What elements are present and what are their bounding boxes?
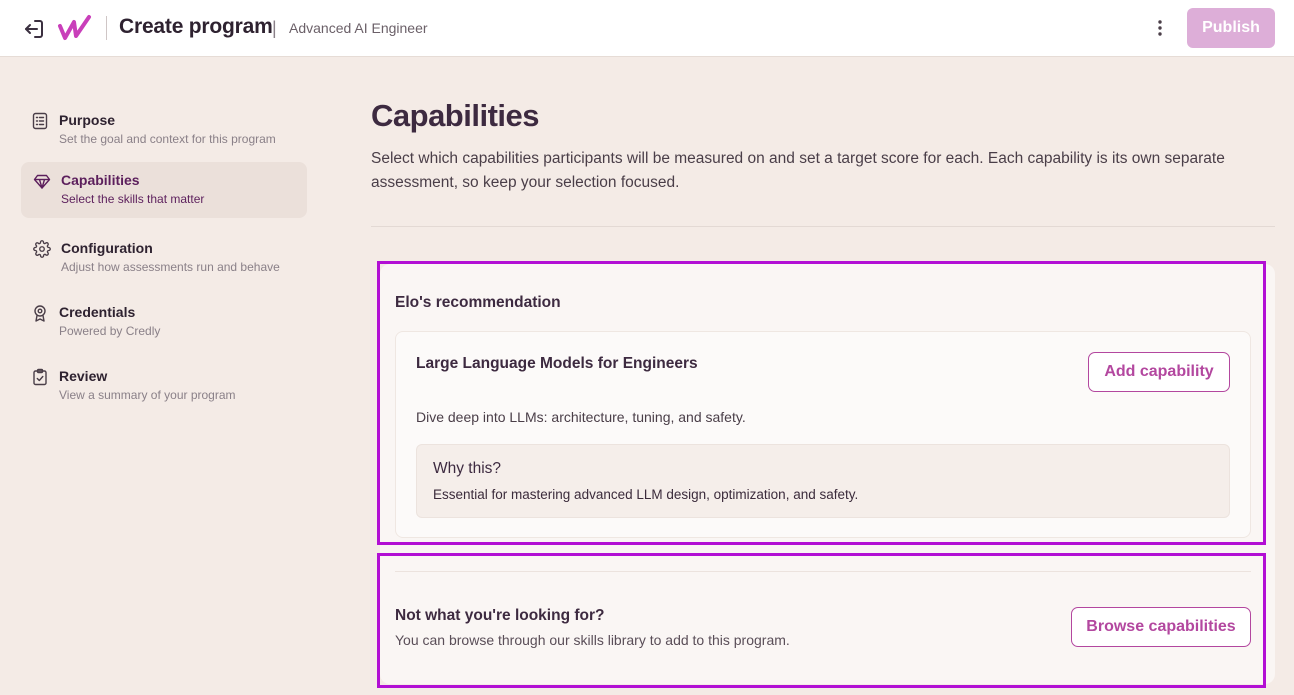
sidebar-item-credentials[interactable]: Credentials Powered by Credly: [21, 294, 307, 350]
capability-name: Large Language Models for Engineers: [416, 355, 698, 372]
gem-icon: [33, 172, 51, 190]
sidebar-item-capabilities[interactable]: Capabilities Select the skills that matt…: [21, 162, 307, 218]
sidebar-item-description: Select the skills that matter: [61, 192, 205, 206]
sidebar-item-description: Set the goal and context for this progra…: [59, 132, 276, 146]
section-description: Select which capabilities participants w…: [371, 150, 1225, 191]
exit-icon[interactable]: [22, 17, 46, 41]
why-this-box: [416, 444, 1230, 518]
gear-icon: [33, 240, 51, 258]
program-name: Advanced AI Engineer: [289, 20, 428, 36]
sidebar-item-label: Credentials: [59, 304, 136, 320]
sidebar-item-configuration[interactable]: Configuration Adjust how assessments run…: [21, 230, 307, 286]
wordmark-logo[interactable]: [57, 14, 93, 42]
capability-description: Dive deep into LLMs: architecture, tunin…: [416, 409, 746, 425]
sidebar-item-label: Capabilities: [61, 172, 140, 188]
sidebar-item-description: Powered by Credly: [59, 324, 161, 338]
page-title: Create program: [119, 15, 273, 38]
add-capability-button[interactable]: Add capability: [1088, 352, 1230, 392]
not-found-title: Not what you're looking for?: [395, 607, 605, 624]
sidebar-item-purpose[interactable]: Purpose Set the goal and context for thi…: [21, 102, 307, 158]
browse-capabilities-button[interactable]: Browse capabilities: [1071, 607, 1251, 647]
sidebar-item-label: Configuration: [61, 240, 153, 256]
section-divider: [371, 226, 1275, 227]
title-separator: |: [272, 18, 277, 38]
top-bar: Create program | Advanced AI Engineer Pu…: [0, 0, 1294, 57]
vertical-ellipsis-icon[interactable]: [1150, 17, 1170, 39]
sidebar-item-label: Purpose: [59, 112, 116, 128]
sidebar-item-description: View a summary of your program: [59, 388, 236, 402]
header-divider: [106, 16, 107, 40]
award-icon: [31, 304, 49, 322]
clipboard-check-icon: [31, 368, 49, 386]
why-this-title: Why this?: [433, 460, 502, 477]
list-icon: [31, 112, 49, 130]
sidebar-item-label: Review: [59, 368, 108, 384]
sidebar-item-description: Adjust how assessments run and behave: [61, 260, 280, 274]
recommendation-title: Elo's recommendation: [395, 294, 561, 311]
section-heading: Capabilities: [371, 98, 540, 133]
sidebar-item-review[interactable]: Review View a summary of your program: [21, 358, 307, 414]
not-found-description: You can browse through our skills librar…: [395, 632, 790, 648]
publish-button[interactable]: Publish: [1187, 8, 1275, 48]
panel-divider: [395, 571, 1251, 572]
why-this-text: Essential for mastering advanced LLM des…: [433, 487, 859, 502]
